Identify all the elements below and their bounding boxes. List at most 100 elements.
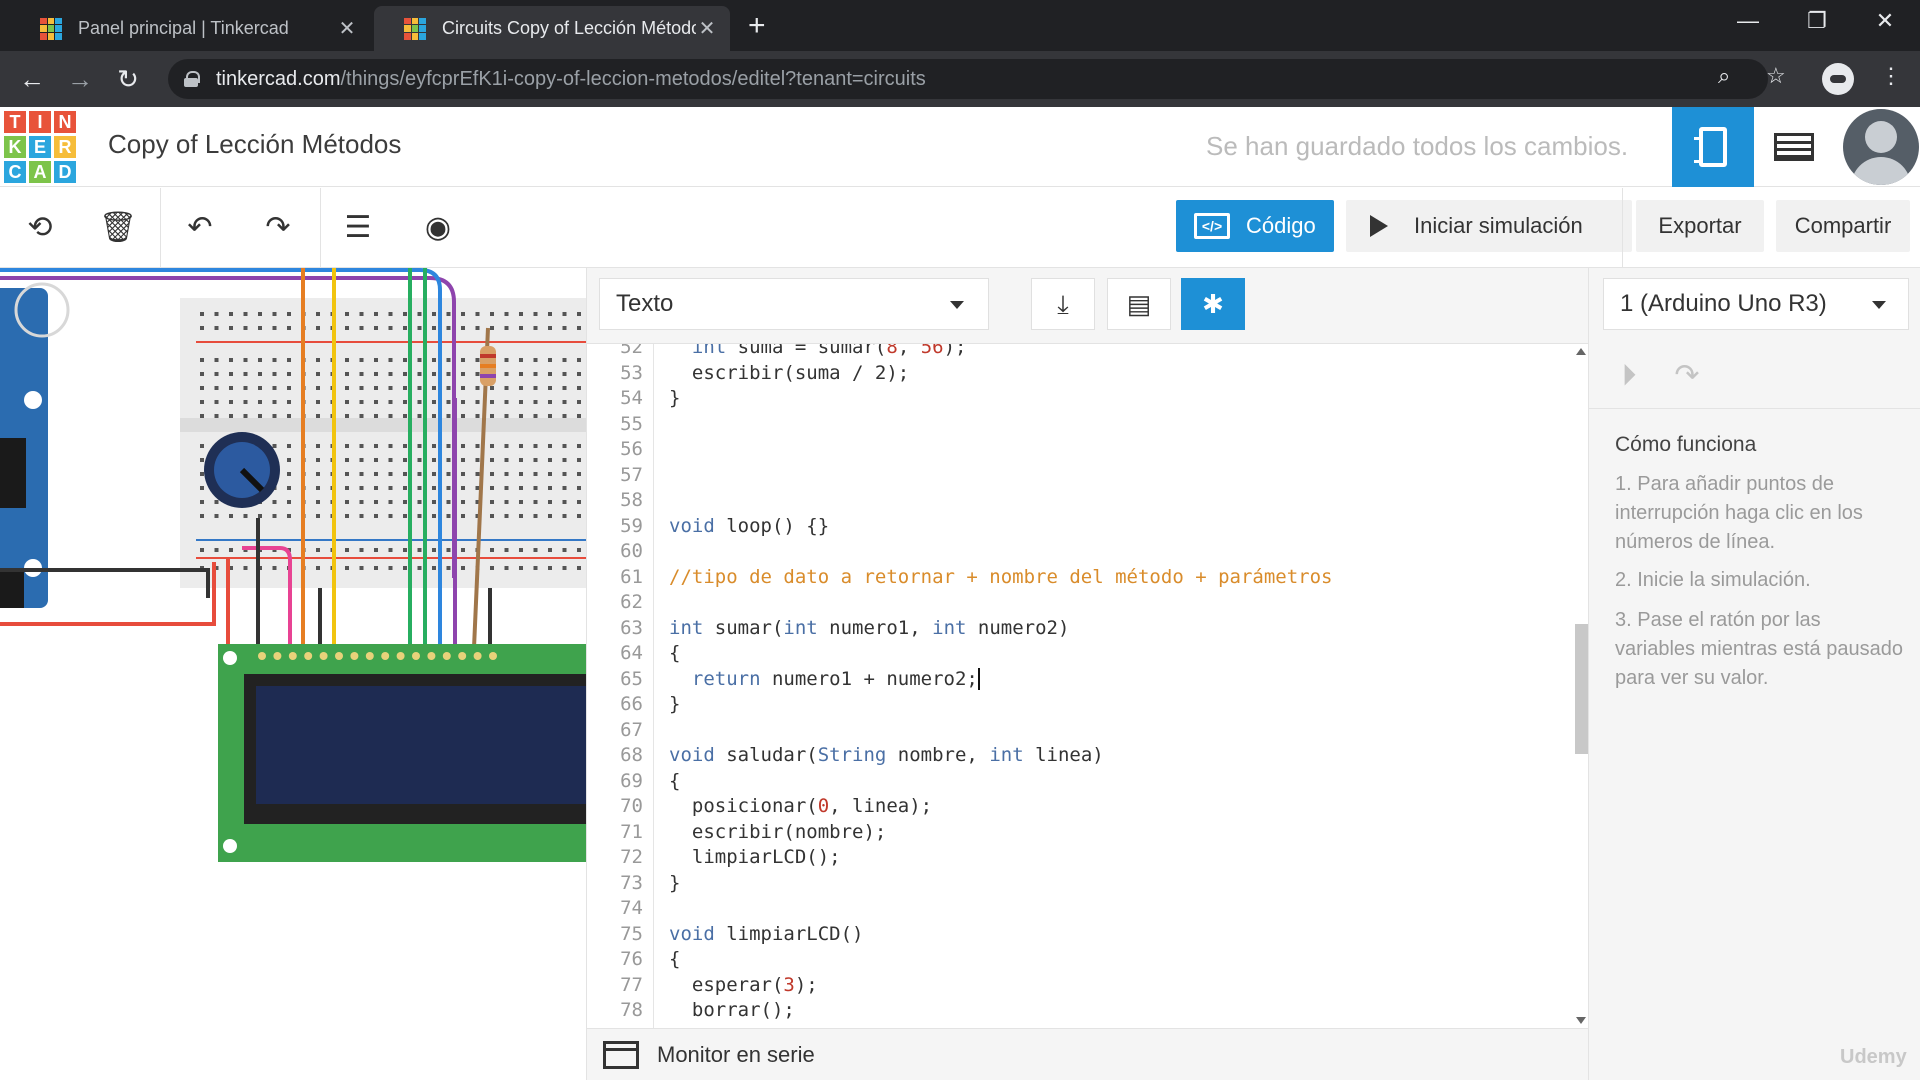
line-number[interactable]: 75 xyxy=(587,923,643,945)
minimize-icon[interactable]: — xyxy=(1713,0,1783,44)
code-line[interactable]: 54} xyxy=(587,387,1571,413)
debugger-button[interactable]: ✱ xyxy=(1181,278,1245,330)
component-list-button[interactable] xyxy=(1774,133,1814,161)
step-over-icon[interactable]: ↷ xyxy=(1669,358,1705,394)
line-number[interactable]: 52 xyxy=(587,344,643,358)
line-number[interactable]: 78 xyxy=(587,999,643,1021)
reload-icon[interactable]: ↻ xyxy=(108,61,148,97)
scroll-up-icon[interactable] xyxy=(1576,348,1586,355)
code-button[interactable]: </> Código xyxy=(1176,200,1334,252)
code-line[interactable]: 62 xyxy=(587,591,1571,617)
trash-icon[interactable]: 🗑 xyxy=(96,208,140,248)
line-number[interactable]: 74 xyxy=(587,897,643,919)
line-number[interactable]: 68 xyxy=(587,744,643,766)
line-number[interactable]: 57 xyxy=(587,464,643,486)
code-line[interactable]: 73} xyxy=(587,872,1571,898)
restore-icon[interactable]: ❐ xyxy=(1782,0,1852,44)
line-number[interactable]: 60 xyxy=(587,540,643,562)
browser-tab[interactable]: Panel principal | Tinkercad ✕ xyxy=(10,6,370,51)
rotate-icon[interactable]: ⟲ xyxy=(18,208,62,248)
star-icon[interactable]: ☆ xyxy=(1766,63,1786,89)
code-line[interactable]: 61 //tipo de dato a retornar + nombre del… xyxy=(587,566,1571,592)
line-number[interactable]: 76 xyxy=(587,948,643,970)
line-number[interactable]: 55 xyxy=(587,413,643,435)
line-number[interactable]: 66 xyxy=(587,693,643,715)
resume-icon[interactable]: ⏵ xyxy=(1611,358,1647,394)
code-line[interactable]: 66} xyxy=(587,693,1571,719)
divider xyxy=(320,188,321,268)
code-line[interactable]: 60 xyxy=(587,540,1571,566)
line-number[interactable]: 77 xyxy=(587,974,643,996)
line-number[interactable]: 67 xyxy=(587,719,643,741)
line-number[interactable]: 63 xyxy=(587,617,643,639)
circuit-canvas[interactable] xyxy=(0,268,586,1080)
code-line[interactable]: 74 xyxy=(587,897,1571,923)
line-number[interactable]: 62 xyxy=(587,591,643,613)
code-line[interactable]: 53 escribir(suma / 2); xyxy=(587,362,1571,388)
redo-icon[interactable]: ↷ xyxy=(256,208,300,248)
code-line[interactable]: 68 void saludar(String nombre, int linea) xyxy=(587,744,1571,770)
code-editor[interactable]: 52 int suma = sumar(8, 56); 53 escribir(s… xyxy=(587,344,1571,1028)
code-scrollbar[interactable] xyxy=(1571,344,1589,1028)
line-number[interactable]: 72 xyxy=(587,846,643,868)
zoom-icon[interactable]: ⌕ xyxy=(1718,63,1730,89)
code-mode-select[interactable]: Texto xyxy=(599,278,989,330)
code-line[interactable]: 72 limpiarLCD(); xyxy=(587,846,1571,872)
browser-tab-active[interactable]: Circuits Copy of Lección Método ✕ xyxy=(374,6,730,51)
line-number[interactable]: 61 xyxy=(587,566,643,588)
scroll-down-icon[interactable] xyxy=(1576,1017,1586,1024)
line-number[interactable]: 64 xyxy=(587,642,643,664)
close-tab-icon[interactable]: ✕ xyxy=(336,16,358,41)
line-number[interactable]: 56 xyxy=(587,438,643,460)
menu-icon[interactable]: ⋮ xyxy=(1880,63,1902,89)
export-button[interactable]: Exportar xyxy=(1636,200,1764,252)
code-line[interactable]: 71 escribir(nombre); xyxy=(587,821,1571,847)
code-line[interactable]: 59 void loop() {} xyxy=(587,515,1571,541)
forward-icon[interactable]: → xyxy=(60,61,100,97)
scrollbar-thumb[interactable] xyxy=(1575,624,1589,754)
line-number[interactable]: 54 xyxy=(587,387,643,409)
line-number[interactable]: 71 xyxy=(587,821,643,843)
board-select[interactable]: 1 (Arduino Uno R3) xyxy=(1603,278,1909,330)
line-number[interactable]: 70 xyxy=(587,795,643,817)
code-line[interactable]: 78 borrar(); xyxy=(587,999,1571,1025)
line-number[interactable]: 69 xyxy=(587,770,643,792)
code-line[interactable]: 76 { xyxy=(587,948,1571,974)
share-button[interactable]: Compartir xyxy=(1776,200,1910,252)
line-number[interactable]: 65 xyxy=(587,668,643,690)
undo-icon[interactable]: ↶ xyxy=(178,208,222,248)
notes-icon[interactable]: ☰ xyxy=(336,208,380,248)
serial-monitor-bar[interactable]: Monitor en serie xyxy=(587,1028,1589,1080)
line-number[interactable]: 73 xyxy=(587,872,643,894)
code-line[interactable]: 67 xyxy=(587,719,1571,745)
code-line[interactable]: 63 int sumar(int numero1, int numero2) xyxy=(587,617,1571,643)
code-line[interactable]: 65 return numero1 + numero2; xyxy=(587,668,1571,694)
url-input[interactable]: tinkercad.com/things/eyfcprEfK1i-copy-of… xyxy=(168,59,1768,99)
circuit-view-button[interactable] xyxy=(1672,107,1754,187)
library-button[interactable]: ▤ xyxy=(1107,278,1171,330)
line-number[interactable]: 53 xyxy=(587,362,643,384)
line-number[interactable]: 59 xyxy=(587,515,643,537)
code-line[interactable]: 75 void limpiarLCD() xyxy=(587,923,1571,949)
code-line[interactable]: 52 int suma = sumar(8, 56); xyxy=(587,344,1571,362)
eye-icon[interactable]: ◉ xyxy=(416,208,460,248)
tinkercad-logo[interactable]: TIN KER CAD xyxy=(4,111,76,183)
code-line[interactable]: 70 posicionar(0, linea); xyxy=(587,795,1571,821)
code-line[interactable]: 57 xyxy=(587,464,1571,490)
code-line[interactable]: 64 { xyxy=(587,642,1571,668)
download-code-button[interactable]: ⤓ xyxy=(1031,278,1095,330)
code-line[interactable]: 69 { xyxy=(587,770,1571,796)
line-number[interactable]: 58 xyxy=(587,489,643,511)
design-title[interactable]: Copy of Lección Métodos xyxy=(108,129,401,160)
code-line[interactable]: 56 xyxy=(587,438,1571,464)
back-icon[interactable]: ← xyxy=(12,61,52,97)
avatar[interactable] xyxy=(1843,109,1919,185)
start-simulation-button[interactable]: Iniciar simulación xyxy=(1346,200,1632,252)
new-tab-icon[interactable]: + xyxy=(748,8,766,44)
close-tab-icon[interactable]: ✕ xyxy=(696,16,718,41)
code-line[interactable]: 58 xyxy=(587,489,1571,515)
incognito-profile-icon[interactable] xyxy=(1822,63,1854,95)
code-line[interactable]: 77 esperar(3); xyxy=(587,974,1571,1000)
close-window-icon[interactable]: ✕ xyxy=(1850,0,1920,44)
code-line[interactable]: 55 xyxy=(587,413,1571,439)
